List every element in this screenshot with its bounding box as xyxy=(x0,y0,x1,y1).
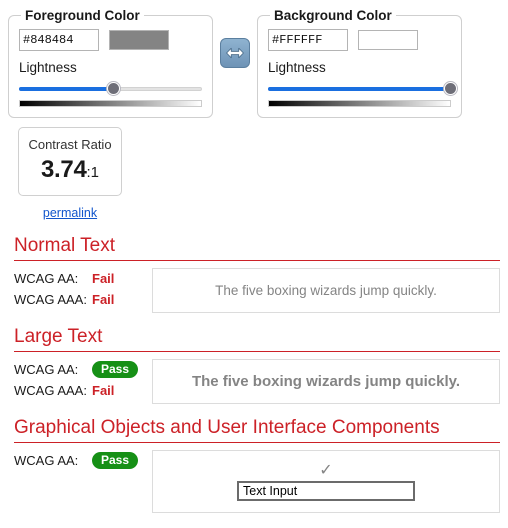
graphical-objects-heading: Graphical Objects and User Interface Com… xyxy=(14,417,500,443)
large-text-sample: The five boxing wizards jump quickly. xyxy=(191,373,461,390)
criterion-row: WCAG AA: Pass xyxy=(14,359,152,380)
graphical-objects-criteria: WCAG AA: Pass xyxy=(14,450,152,471)
foreground-legend: Foreground Color xyxy=(25,8,140,23)
foreground-slider-thumb[interactable] xyxy=(107,82,121,95)
criterion-row: WCAG AAA: Fail xyxy=(14,380,152,401)
large-text-section: Large Text WCAG AA: Pass WCAG AAA: Fail … xyxy=(0,326,508,404)
contrast-ratio-area: Contrast Ratio 3.74:1 permalink xyxy=(0,127,508,222)
criterion-result: Fail xyxy=(92,383,115,398)
swap-button-wrapper xyxy=(213,8,257,68)
criterion-label: WCAG AAA: xyxy=(14,383,87,398)
large-text-heading: Large Text xyxy=(14,326,500,352)
background-slider-thumb[interactable] xyxy=(444,82,457,95)
foreground-hex-input[interactable] xyxy=(19,29,99,51)
large-text-criteria: WCAG AA: Pass WCAG AAA: Fail xyxy=(14,359,152,401)
criterion-row: WCAG AA: Fail xyxy=(14,268,152,289)
normal-text-criteria: WCAG AA: Fail WCAG AAA: Fail xyxy=(14,268,152,310)
criterion-result: Fail xyxy=(92,292,115,307)
criterion-row: WCAG AA: Pass xyxy=(14,450,152,471)
color-controls-row: Foreground Color Lightness Background Co… xyxy=(0,0,508,118)
graphical-objects-section: Graphical Objects and User Interface Com… xyxy=(0,417,508,513)
next-section-heading-cutoff xyxy=(0,522,508,528)
background-lightness-label: Lightness xyxy=(268,60,326,75)
background-color-panel: Background Color Lightness xyxy=(257,8,462,118)
sample-text-input[interactable] xyxy=(237,480,415,501)
background-color-swatch[interactable] xyxy=(358,30,418,50)
background-hex-row xyxy=(268,29,451,51)
permalink-link[interactable]: permalink xyxy=(43,206,97,220)
background-lightness-gradient xyxy=(268,100,451,107)
permalink-row: permalink xyxy=(18,204,122,222)
criterion-row: WCAG AAA: Fail xyxy=(14,289,152,310)
contrast-ratio-number: 3.74 xyxy=(40,156,87,183)
foreground-color-panel: Foreground Color Lightness xyxy=(8,8,213,118)
normal-text-preview: The five boxing wizards jump quickly. xyxy=(152,268,500,313)
foreground-slider-fill xyxy=(19,87,115,91)
contrast-ratio-suffix: :1 xyxy=(86,164,100,181)
graphical-objects-preview: ✓ xyxy=(152,450,500,513)
contrast-ratio-box: Contrast Ratio 3.74:1 xyxy=(18,127,122,196)
background-hex-input[interactable] xyxy=(268,29,348,51)
foreground-color-swatch[interactable] xyxy=(109,30,169,50)
normal-text-heading: Normal Text xyxy=(14,235,500,261)
criterion-label: WCAG AA: xyxy=(14,362,79,377)
graphical-objects-body: WCAG AA: Pass ✓ xyxy=(14,450,500,513)
criterion-result-badge: Pass xyxy=(92,452,139,469)
normal-text-sample: The five boxing wizards jump quickly. xyxy=(215,283,437,298)
criterion-label: WCAG AA: xyxy=(14,453,79,468)
criterion-label: WCAG AAA: xyxy=(14,292,87,307)
foreground-lightness-slider[interactable] xyxy=(19,82,202,96)
criterion-result: Fail xyxy=(92,271,115,286)
contrast-ratio-value: 3.74:1 xyxy=(23,156,117,184)
foreground-lightness-gradient xyxy=(19,100,202,107)
large-text-body: WCAG AA: Pass WCAG AAA: Fail The five bo… xyxy=(14,359,500,404)
foreground-hex-row xyxy=(19,29,202,51)
contrast-ratio-title: Contrast Ratio xyxy=(28,137,112,152)
left-right-arrow-icon xyxy=(226,47,244,59)
large-text-preview: The five boxing wizards jump quickly. xyxy=(152,359,500,404)
criterion-label: WCAG AA: xyxy=(14,271,79,286)
background-lightness-slider[interactable] xyxy=(268,82,457,96)
checkmark-icon: ✓ xyxy=(319,461,333,479)
background-legend: Background Color xyxy=(274,8,392,23)
foreground-lightness-label: Lightness xyxy=(19,60,77,75)
background-slider-fill xyxy=(268,87,451,91)
swap-colors-button[interactable] xyxy=(220,38,250,68)
normal-text-section: Normal Text WCAG AA: Fail WCAG AAA: Fail… xyxy=(0,235,508,313)
normal-text-body: WCAG AA: Fail WCAG AAA: Fail The five bo… xyxy=(14,268,500,313)
criterion-result-badge: Pass xyxy=(92,361,139,378)
